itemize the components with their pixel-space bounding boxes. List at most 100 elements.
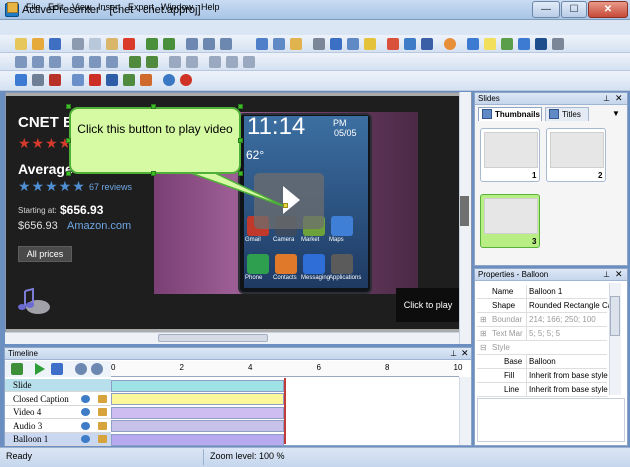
zoom-out-icon[interactable] <box>220 38 232 50</box>
export-ppt-icon[interactable] <box>49 74 61 86</box>
group-icon[interactable] <box>169 56 181 68</box>
audio-music-icon[interactable] <box>16 286 52 316</box>
settings-icon[interactable] <box>387 38 399 50</box>
property-row-shape[interactable]: Shape Rounded Rectangle Ca <box>477 299 610 313</box>
property-value[interactable]: Balloon <box>526 355 610 368</box>
resize-handle[interactable] <box>66 104 71 109</box>
property-value[interactable]: Inherit from base style <box>526 383 610 396</box>
menu-edit[interactable]: Edit <box>48 2 64 12</box>
export-flash-icon[interactable] <box>15 74 27 86</box>
align-top-icon[interactable] <box>72 56 84 68</box>
balloon-callout[interactable]: Click this button to play video <box>69 107 241 174</box>
pin-icon[interactable]: ⊥ <box>603 94 610 103</box>
zoom-icon[interactable] <box>186 38 198 50</box>
pin-icon[interactable]: ⊥ <box>450 349 457 358</box>
image-icon[interactable] <box>330 38 342 50</box>
timeline-ruler[interactable] <box>111 361 459 377</box>
property-value[interactable]: Inherit from base style <box>526 369 610 382</box>
property-row-line[interactable]: Line Inherit from base style <box>477 383 610 397</box>
timeline-track[interactable]: Video 4 <box>5 406 111 419</box>
resize-handle[interactable] <box>238 104 243 109</box>
paste-icon[interactable] <box>106 38 118 50</box>
capture-icon[interactable] <box>404 38 416 50</box>
export-html-icon[interactable] <box>72 74 84 86</box>
lock-icon[interactable] <box>98 421 107 430</box>
distribute-icon[interactable] <box>226 56 238 68</box>
fit-icon[interactable] <box>203 38 215 50</box>
property-value[interactable]: Balloon 1 <box>526 285 610 298</box>
ungroup-icon[interactable] <box>186 56 198 68</box>
property-value[interactable]: 214; 166; 250; 100 <box>526 313 610 326</box>
highlight-icon[interactable] <box>484 38 496 50</box>
maximize-button[interactable]: ☐ <box>561 1 587 18</box>
align-bottom-icon[interactable] <box>106 56 118 68</box>
expand-icon[interactable]: ⊞ <box>480 313 487 326</box>
property-row-name[interactable]: Name Balloon 1 <box>477 285 607 299</box>
help-icon[interactable] <box>180 74 192 86</box>
screen-icon[interactable] <box>347 38 359 50</box>
panel-close-icon[interactable]: ✕ <box>615 93 623 104</box>
send-back-icon[interactable] <box>146 56 158 68</box>
text-icon[interactable] <box>467 38 479 50</box>
timeline-zoom-out-icon[interactable] <box>91 363 103 375</box>
lock-icon[interactable] <box>98 435 107 443</box>
export-video-icon[interactable] <box>32 74 44 86</box>
timeline-scrollbar[interactable] <box>459 377 471 445</box>
property-value[interactable]: 5; 5; 5; 5 <box>526 327 610 340</box>
slide-thumbnail-2[interactable]: 2 <box>546 128 606 182</box>
timeline-track[interactable]: Audio 3 <box>5 419 111 433</box>
menu-window[interactable]: Window <box>161 2 193 12</box>
panel-close-icon[interactable]: ✕ <box>461 348 469 359</box>
new-icon[interactable] <box>15 38 27 50</box>
canvas-vertical-scroll-thumb[interactable] <box>460 196 469 226</box>
click-to-play-label[interactable]: Click to play <box>396 288 460 322</box>
menu-help[interactable]: Help <box>201 2 220 12</box>
gallery-icon[interactable] <box>552 38 564 50</box>
lock-icon[interactable] <box>98 408 107 416</box>
close-button[interactable]: ✕ <box>588 1 628 18</box>
timeline-stop-icon[interactable] <box>51 363 63 375</box>
timeline-track[interactable]: Slide <box>5 379 111 392</box>
image-insert-icon[interactable] <box>501 38 513 50</box>
export-powerpoint-icon[interactable] <box>140 74 152 86</box>
timeline-item-bar[interactable] <box>111 379 284 392</box>
property-value[interactable]: Rounded Rectangle Ca <box>526 299 610 312</box>
slide-icon[interactable] <box>256 38 268 50</box>
timeline-play-icon[interactable] <box>35 363 45 375</box>
note-icon[interactable] <box>364 38 376 50</box>
property-row-style[interactable]: ⊟ Style <box>477 341 607 355</box>
delete-icon[interactable] <box>123 38 135 50</box>
bring-front-icon[interactable] <box>129 56 141 68</box>
timeline-zoom-in-icon[interactable] <box>75 363 87 375</box>
web-icon[interactable] <box>163 74 175 86</box>
cut-icon[interactable] <box>72 38 84 50</box>
folder-icon[interactable] <box>290 38 302 50</box>
visibility-eye-icon[interactable] <box>81 435 90 443</box>
timeline-item-bar[interactable] <box>111 393 284 405</box>
visibility-eye-icon[interactable] <box>81 394 90 403</box>
chevron-down-icon[interactable]: ▼ <box>612 109 620 118</box>
all-prices-button[interactable]: All prices <box>18 246 72 262</box>
slide-thumbnail-1[interactable]: 1 <box>480 128 540 182</box>
grid-icon[interactable] <box>243 56 255 68</box>
align-center-icon[interactable] <box>32 56 44 68</box>
resize-handle[interactable] <box>66 171 71 176</box>
resize-handle[interactable] <box>151 104 156 109</box>
menu-insert[interactable]: Insert <box>98 2 121 12</box>
menu-app-icon[interactable] <box>7 2 18 13</box>
collapse-icon[interactable]: ⊟ <box>480 341 487 354</box>
export-excel-icon[interactable] <box>123 74 135 86</box>
property-row-fill[interactable]: Fill Inherit from base style <box>477 369 610 383</box>
timeline-slide-icon[interactable] <box>11 363 23 375</box>
resize-handle[interactable] <box>238 138 243 143</box>
copy-icon[interactable] <box>89 38 101 50</box>
lock-icon[interactable] <box>98 394 107 403</box>
panel-close-icon[interactable]: ✕ <box>615 269 623 280</box>
visibility-eye-icon[interactable] <box>81 408 90 416</box>
resize-handle[interactable] <box>66 138 71 143</box>
open-icon[interactable] <box>32 38 44 50</box>
timeline-item-bar[interactable] <box>111 406 284 419</box>
menu-file[interactable]: File <box>26 2 41 12</box>
canvas-horizontal-scroll-thumb[interactable] <box>158 334 268 342</box>
record-icon[interactable] <box>273 38 285 50</box>
